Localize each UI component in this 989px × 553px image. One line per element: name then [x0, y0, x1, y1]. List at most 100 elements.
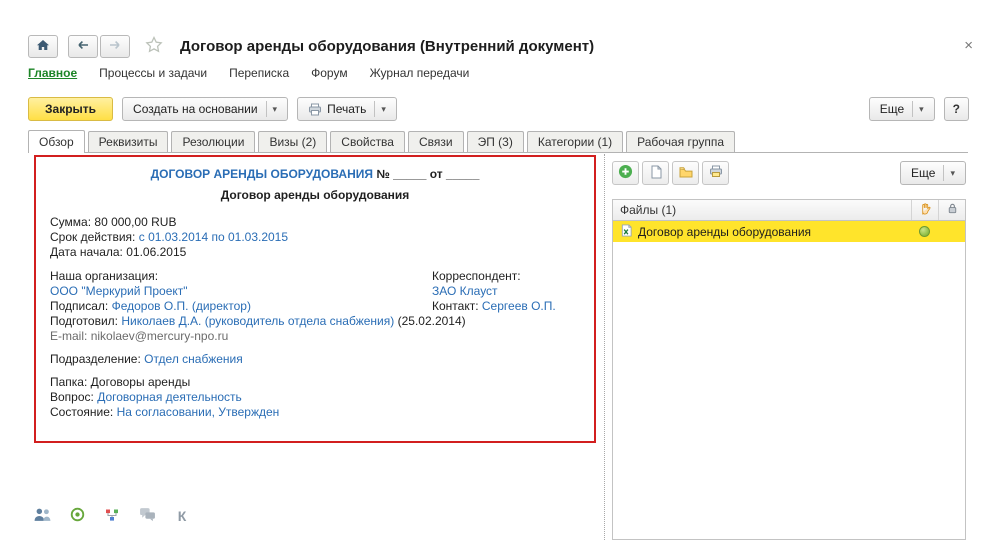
hand-icon [919, 202, 932, 218]
add-file-button[interactable] [612, 161, 639, 185]
files-more-label: Еще [911, 166, 935, 180]
working-group-button[interactable] [31, 506, 53, 526]
files-list-header: Файлы (1) [613, 200, 965, 221]
validity-label: Срок действия: [50, 230, 135, 244]
validity-line: Срок действия: с 01.03.2014 по 01.03.201… [50, 230, 580, 245]
open-folder-button[interactable] [672, 161, 699, 185]
help-button[interactable]: ? [944, 97, 969, 121]
document-overview: ДОГОВОР АРЕНДЫ ОБОРУДОВАНИЯ № _____ от _… [36, 157, 594, 441]
hierarchy-button[interactable] [101, 506, 123, 526]
document-heading-title[interactable]: ДОГОВОР АРЕНДЫ ОБОРУДОВАНИЯ [151, 167, 373, 181]
prepared-label: Подготовил: [50, 314, 118, 328]
question-line: Вопрос: Договорная деятельность [50, 390, 580, 405]
tab-categories[interactable]: Категории (1) [527, 131, 623, 152]
file-status-green-icon [919, 226, 930, 237]
folder-line: Папка: Договоры аренды [50, 375, 580, 390]
forward-arrow-icon [108, 39, 122, 54]
prepared-date: (25.02.2014) [398, 314, 466, 328]
prepared-link[interactable]: Николаев Д.А. (руководитель отдела снабж… [121, 314, 394, 328]
files-more-button[interactable]: Еще ▾ [900, 161, 966, 185]
amount-value: 80 000,00 RUB [94, 215, 176, 229]
tab-requisites[interactable]: Реквизиты [88, 131, 169, 152]
help-label: ? [953, 102, 960, 116]
create-based-on-button[interactable]: Создать на основании ▾ [122, 97, 288, 121]
menu-item-transfer-log[interactable]: Журнал передачи [370, 66, 470, 80]
create-based-on-label: Создать на основании [133, 102, 258, 116]
forward-button[interactable] [100, 35, 130, 58]
chevron-down-icon: ▾ [374, 101, 386, 117]
spacer [50, 344, 580, 352]
files-header-title[interactable]: Файлы (1) [613, 203, 911, 217]
printer-icon [308, 103, 322, 116]
question-link[interactable]: Договорная деятельность [97, 390, 242, 404]
tab-signatures[interactable]: ЭП (3) [467, 131, 524, 152]
menu-item-processes[interactable]: Процессы и задачи [99, 66, 207, 80]
files-list: Файлы (1) Договор аренды оборудования [612, 199, 966, 540]
files-toolbar: Еще ▾ [612, 160, 966, 186]
file-name: Договор аренды оборудования [638, 225, 811, 239]
file-row[interactable]: Договор аренды оборудования [613, 221, 965, 242]
files-header-lock-column[interactable] [938, 200, 965, 220]
related-info-bar: К [31, 506, 193, 526]
tab-resolutions[interactable]: Резолюции [171, 131, 255, 152]
close-form-label: Закрыть [45, 102, 96, 116]
scanner-icon [709, 165, 723, 181]
amount-line: Сумма: 80 000,00 RUB [50, 215, 580, 230]
titlebar: Договор аренды оборудования (Внутренний … [28, 33, 594, 59]
print-button[interactable]: Печать ▾ [297, 97, 397, 121]
validity-value[interactable]: с 01.03.2014 по 01.03.2015 [139, 230, 288, 244]
close-form-button[interactable]: Закрыть [28, 97, 113, 121]
menu-item-correspondence[interactable]: Переписка [229, 66, 289, 80]
tab-overview[interactable]: Обзор [28, 130, 85, 153]
files-header-editing-column[interactable] [911, 200, 938, 220]
amount-label: Сумма: [50, 215, 91, 229]
people-icon [33, 507, 52, 525]
k-shortcut-button[interactable]: К [171, 506, 193, 526]
email-value: nikolaev@mercury-npo.ru [91, 329, 229, 343]
create-file-button[interactable] [642, 161, 669, 185]
green-rings-icon [70, 507, 85, 525]
contact-link[interactable]: Сергеев О.П. [482, 299, 556, 313]
correspondent-link[interactable]: ЗАО Клауст [432, 284, 498, 298]
chat-bubbles-icon [139, 507, 156, 525]
document-heading-number: № _____ от _____ [376, 167, 479, 181]
document-subtitle: Договор аренды оборудования [50, 188, 580, 203]
chevron-down-icon: ▾ [912, 101, 924, 117]
lifecycle-button[interactable] [66, 506, 88, 526]
tab-visas[interactable]: Визы (2) [258, 131, 327, 152]
spacer [50, 260, 580, 269]
home-button[interactable] [28, 35, 58, 58]
lock-icon [946, 202, 959, 218]
tab-properties[interactable]: Свойства [330, 131, 405, 152]
page-title: Договор аренды оборудования (Внутренний … [180, 38, 594, 55]
state-label: Состояние: [50, 405, 113, 419]
department-link[interactable]: Отдел снабжения [144, 352, 243, 366]
email-line: E-mail: nikolaev@mercury-npo.ru [50, 329, 580, 344]
favorite-button[interactable] [142, 34, 166, 58]
menu-item-forum[interactable]: Форум [311, 66, 347, 80]
forum-discussion-button[interactable] [136, 506, 158, 526]
email-label: E-mail: [50, 329, 87, 343]
file-row-name-cell: Договор аренды оборудования [613, 224, 911, 240]
tab-working-group[interactable]: Рабочая группа [626, 131, 735, 152]
window-close-button[interactable]: × [964, 38, 973, 53]
organization-link[interactable]: ООО "Меркурий Проект" [50, 284, 188, 298]
scan-button[interactable] [702, 161, 729, 185]
back-button[interactable] [68, 35, 98, 58]
star-icon [145, 36, 163, 56]
correspondent-label: Корреспондент: [432, 269, 556, 284]
correspondent-line: ЗАО Клауст [432, 284, 556, 299]
folder-label: Папка: [50, 375, 87, 389]
state-link[interactable]: На согласовании, Утвержден [117, 405, 280, 419]
more-actions-label: Еще [880, 102, 904, 116]
more-actions-button[interactable]: Еще ▾ [869, 97, 935, 121]
question-label: Вопрос: [50, 390, 94, 404]
menu-item-main[interactable]: Главное [28, 66, 77, 80]
print-label: Печать [327, 102, 366, 116]
prepared-line: Подготовил: Николаев Д.А. (руководитель … [50, 314, 580, 329]
panel-splitter[interactable] [604, 154, 605, 540]
document-heading: ДОГОВОР АРЕНДЫ ОБОРУДОВАНИЯ № _____ от _… [50, 167, 580, 182]
department-line: Подразделение: Отдел снабжения [50, 352, 580, 367]
tab-links[interactable]: Связи [408, 131, 464, 152]
signed-link[interactable]: Федоров О.П. (директор) [112, 299, 251, 313]
